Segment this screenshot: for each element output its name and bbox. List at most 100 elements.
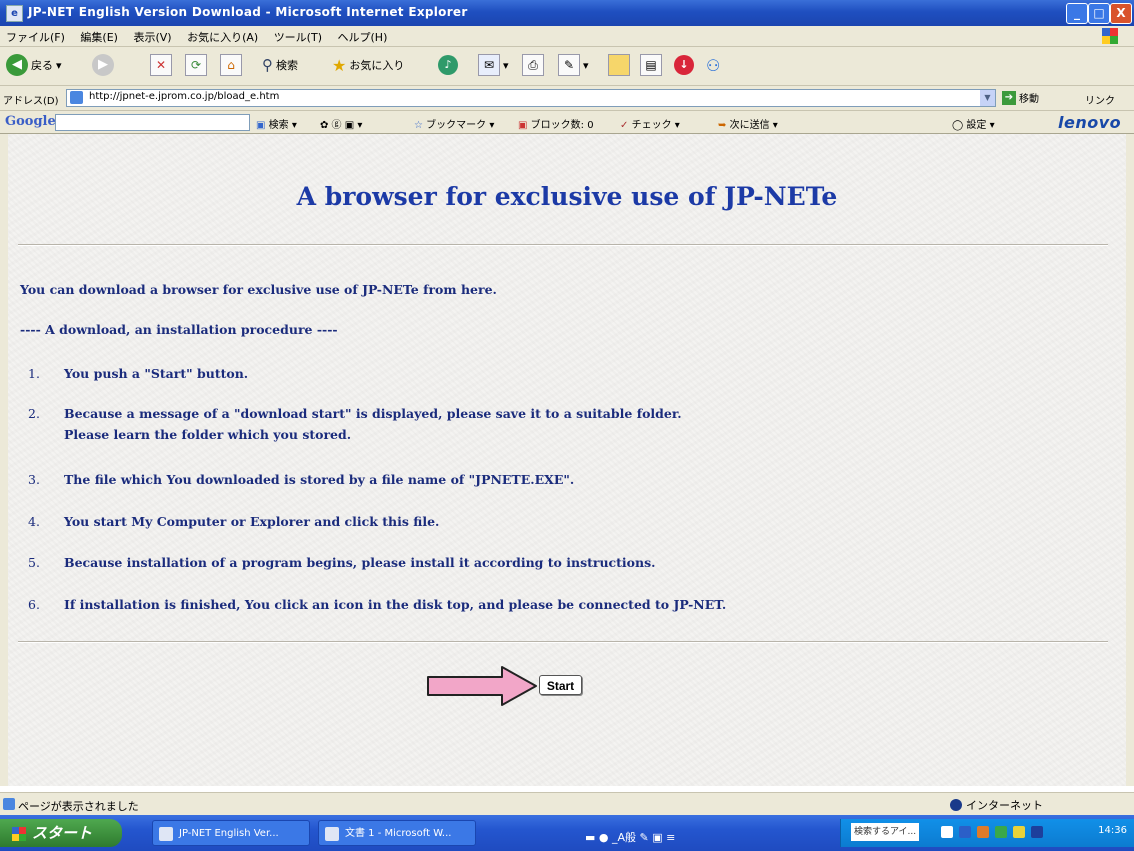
language-bar[interactable]: ▬ ● _A般 ✎ ▣ ≡ (585, 825, 675, 849)
chevron-down-icon: ▾ (503, 58, 509, 72)
ie-icon: e (6, 5, 23, 22)
popup-blocker-button[interactable]: ▣ ブロック数: 0 (518, 116, 594, 131)
step-number: 2. (28, 406, 40, 421)
window-left-border (0, 134, 8, 786)
tray-icon[interactable] (941, 826, 953, 838)
tray-icon[interactable] (977, 826, 989, 838)
settings-label: 設定 (966, 120, 987, 131)
bookmarks-label: ブックマーク (426, 120, 487, 131)
taskbar-item-ie[interactable]: JP-NET English Ver... (152, 820, 310, 846)
stop-button[interactable]: ✕ (150, 53, 172, 77)
search-button[interactable]: ⚲ 検索 (262, 53, 298, 77)
browser-window: e JP-NET English Version Download - Micr… (0, 0, 1134, 851)
task-label: 文書 1 - Microsoft W... (345, 828, 452, 839)
pointer-arrow-icon (427, 666, 537, 706)
favorites-button[interactable]: ★ お気に入り (332, 53, 404, 77)
forward-button[interactable]: ▶ (92, 53, 114, 77)
chevron-down-icon: ▾ (583, 58, 589, 72)
go-button[interactable]: ➔ 移動 (1002, 90, 1039, 105)
menu-view[interactable]: 表示(V) (127, 26, 177, 45)
title-bar: e JP-NET English Version Download - Micr… (0, 0, 1134, 26)
send-label: 次に送信 (729, 120, 770, 131)
toolbar-addon-button[interactable]: ↓ (674, 53, 694, 77)
edit-icon: ✎ (558, 54, 580, 76)
address-url: http://jpnet-e.jprom.co.jp/bload_e.htm (89, 91, 280, 102)
spellcheck-label: チェック (631, 120, 672, 131)
settings-button[interactable]: ◯ 設定 ▾ (952, 116, 995, 131)
google-search-button[interactable]: ▣ 検索 ▾ (256, 116, 297, 131)
google-search-label: 検索 (268, 120, 289, 131)
step-number: 5. (28, 555, 40, 570)
edit-button[interactable]: ✎ ▾ (558, 53, 589, 77)
word-icon (325, 827, 339, 841)
step-item: 5. Because installation of a program begi… (28, 555, 656, 570)
search-icon: ▣ (256, 120, 266, 131)
menu-edit[interactable]: 編集(E) (74, 26, 124, 45)
step-text-continued: Please learn the folder which you stored… (64, 427, 352, 442)
search-label: 検索 (276, 59, 298, 72)
step-item: 6. If installation is finished, You click… (28, 597, 726, 612)
step-text: You start My Computer or Explorer and cl… (64, 514, 440, 529)
print-button[interactable]: ⎙ (522, 53, 544, 77)
go-label: 移動 (1019, 94, 1039, 105)
tray-icon[interactable] (959, 826, 971, 838)
start-menu-button[interactable]: スタート (0, 819, 122, 847)
taskbar-item-word[interactable]: 文書 1 - Microsoft W... (318, 820, 476, 846)
status-text: ページが表示されました (18, 800, 139, 813)
step-number: 4. (28, 514, 40, 529)
windows-logo-icon (1102, 28, 1118, 44)
messenger-icon: ⚇ (706, 55, 721, 75)
step-item: 4. You start My Computer or Explorer and … (28, 514, 439, 529)
favorites-label: お気に入り (349, 59, 405, 72)
media-button[interactable]: ♪ (438, 53, 458, 77)
chevron-down-icon: ▾ (489, 120, 495, 131)
close-button[interactable]: X (1110, 3, 1132, 24)
google-extra-buttons[interactable]: ✿ ⓖ ▣ ▾ (320, 116, 362, 131)
spellcheck-button[interactable]: ✓ チェック ▾ (620, 116, 680, 131)
menu-tools[interactable]: ツール(T) (268, 26, 328, 45)
address-input[interactable]: http://jpnet-e.jprom.co.jp/bload_e.htm ▼ (66, 89, 996, 107)
step-number: 1. (28, 366, 40, 381)
menu-help[interactable]: ヘルプ(H) (332, 26, 394, 45)
menu-file[interactable]: ファイル(F) (0, 26, 71, 45)
google-logo[interactable]: Google (5, 114, 56, 129)
start-button[interactable]: Start (539, 675, 582, 695)
send-icon: ➥ (718, 120, 727, 131)
chevron-down-icon: ▾ (291, 120, 297, 131)
folder-button[interactable] (608, 53, 630, 77)
intro-text: You can download a browser for exclusive… (20, 282, 497, 297)
check-icon: ✓ (620, 120, 629, 131)
address-dropdown-icon[interactable]: ▼ (980, 90, 995, 106)
status-bar: ページが表示されました インターネット (0, 792, 1134, 815)
step-item: 3. The file which You downloaded is store… (28, 472, 574, 487)
research-button[interactable]: ▤ (640, 53, 662, 77)
clock[interactable]: 14:36 (1098, 825, 1127, 836)
tray-icon[interactable] (995, 826, 1007, 838)
mail-button[interactable]: ✉ ▾ (478, 53, 509, 77)
refresh-button[interactable]: ⟳ (185, 53, 207, 77)
task-label: JP-NET English Ver... (179, 828, 279, 839)
menu-favorites[interactable]: お気に入り(A) (181, 26, 264, 45)
procedure-heading: ---- A download, an installation procedu… (20, 322, 338, 337)
send-to-button[interactable]: ➥ 次に送信 ▾ (718, 116, 778, 131)
go-arrow-icon: ➔ (1002, 90, 1016, 105)
google-search-input[interactable] (55, 114, 250, 131)
tray-icon[interactable] (1031, 826, 1043, 838)
settings-icon: ◯ (952, 120, 964, 131)
chevron-down-icon: ▾ (56, 58, 62, 72)
links-button[interactable]: リンク (1085, 92, 1115, 107)
back-button[interactable]: ◀ 戻る ▾ (6, 53, 62, 77)
home-button[interactable]: ⌂ (220, 53, 242, 77)
tray-icon[interactable] (1013, 826, 1025, 838)
zone-label: インターネット (966, 799, 1043, 812)
star-icon: ★ (332, 55, 347, 75)
divider (18, 641, 1108, 643)
maximize-button[interactable]: □ (1088, 3, 1110, 24)
bookmarks-button[interactable]: ☆ ブックマーク ▾ (414, 116, 494, 131)
star-outline-icon: ☆ (414, 120, 423, 131)
minimize-button[interactable]: _ (1066, 3, 1088, 24)
step-text: Because a message of a "download start" … (64, 406, 682, 421)
tray-search-input[interactable]: 検索するアイ... (851, 823, 919, 841)
messenger-button[interactable]: ⚇ (706, 53, 720, 77)
address-bar: アドレス(D) http://jpnet-e.jprom.co.jp/bload… (0, 86, 1134, 111)
